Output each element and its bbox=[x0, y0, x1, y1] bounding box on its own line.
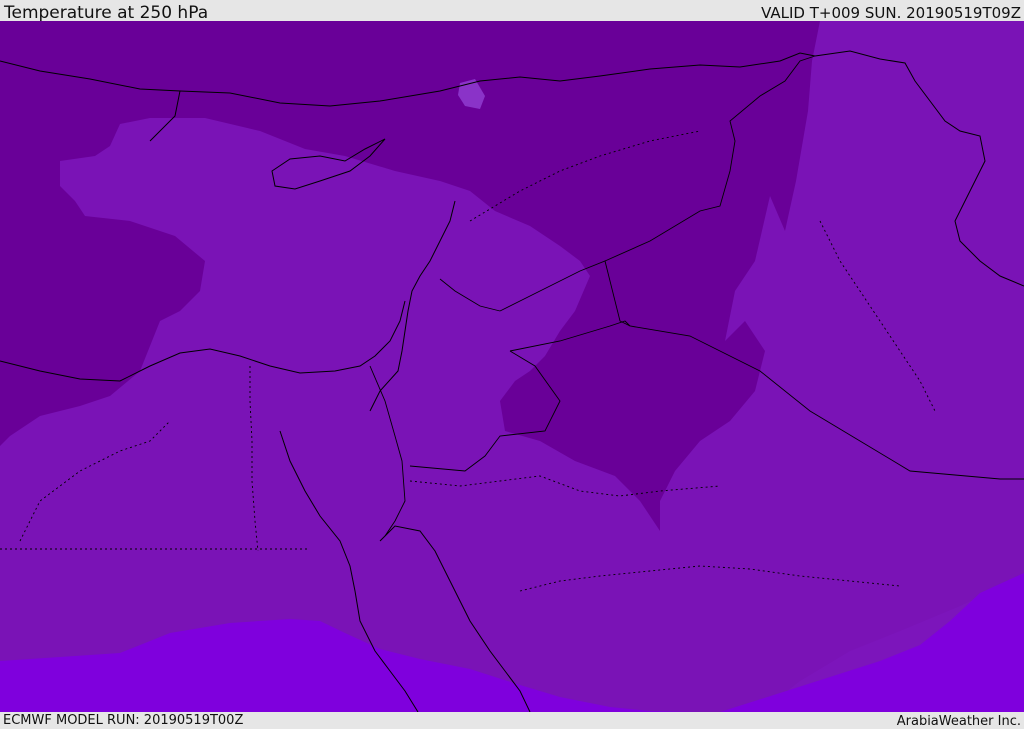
map-title: Temperature at 250 hPa bbox=[4, 3, 209, 23]
credit-label: ArabiaWeather Inc. bbox=[896, 714, 1021, 729]
footer-bar: ECMWF MODEL RUN: 20190519T00Z ArabiaWeat… bbox=[0, 712, 1024, 729]
temperature-map bbox=[0, 21, 1024, 712]
model-run-label: ECMWF MODEL RUN: 20190519T00Z bbox=[3, 713, 244, 728]
header-bar: Temperature at 250 hPa VALID T+009 SUN. … bbox=[0, 0, 1024, 23]
map-frame: Temperature at 250 hPa VALID T+009 SUN. … bbox=[0, 0, 1024, 729]
valid-time-label: VALID T+009 SUN. 20190519T09Z bbox=[761, 4, 1021, 22]
